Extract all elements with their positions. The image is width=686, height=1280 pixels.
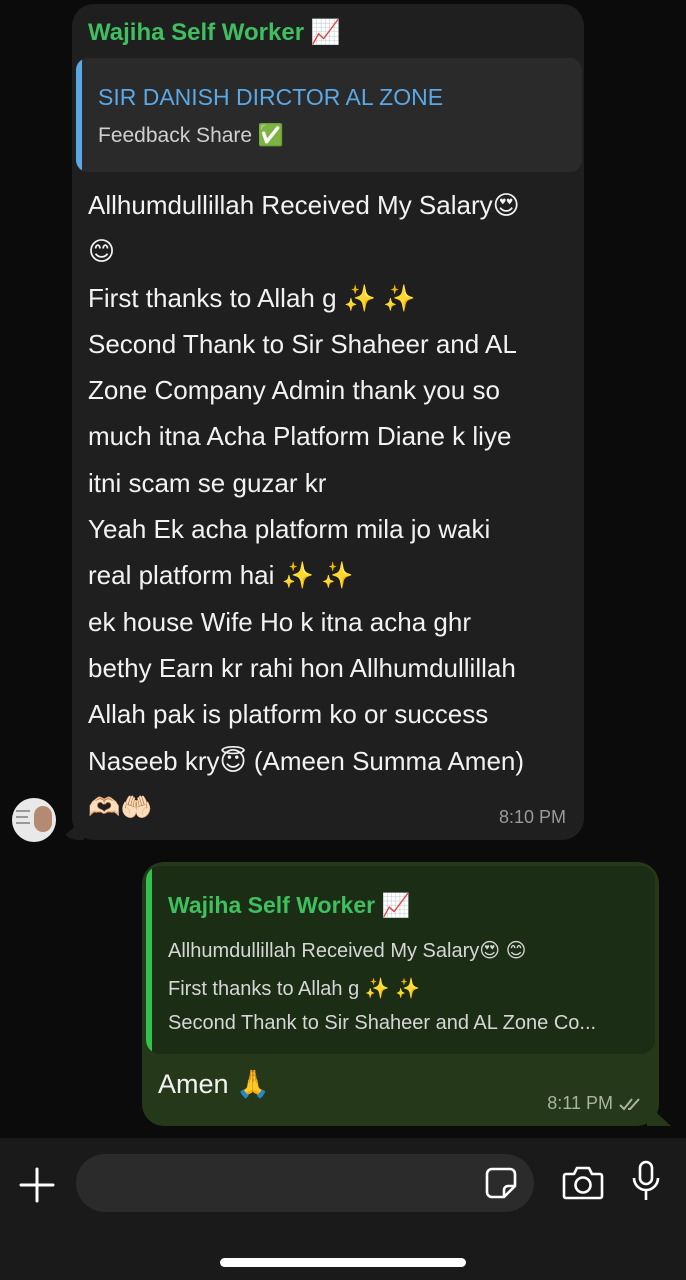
message-timestamp: 8:10 PM xyxy=(498,807,566,827)
incoming-message-bubble[interactable]: Wajiha Self Worker 📈 SIR DANISH DIRCTOR … xyxy=(60,4,584,840)
sender-name[interactable]: Wajiha Self Worker 📈 xyxy=(88,18,341,47)
message-status: 8:11 PM xyxy=(547,1093,643,1114)
reply-quote-line: Second Thank to Sir Shaheer and AL Zone … xyxy=(168,1012,597,1034)
chat-area: Wajiha Self Worker 📈 SIR DANISH DIRCTOR … xyxy=(0,0,686,1138)
reply-quote-line: First thanks to Allah g ✨ ✨ xyxy=(168,978,421,1000)
bubble-tail xyxy=(647,1104,671,1126)
camera-icon[interactable] xyxy=(562,1164,604,1200)
message-text: Allhumdullillah Received My Salary😍 😊 Fi… xyxy=(88,190,525,822)
avatar[interactable] xyxy=(12,798,56,842)
reply-quote-line: Allhumdullillah Received My Salary😍 😊 xyxy=(168,940,527,962)
home-indicator xyxy=(220,1258,466,1267)
message-input[interactable] xyxy=(76,1154,534,1212)
message-text: Amen 🙏 xyxy=(158,1069,270,1099)
quoted-author: SIR DANISH DIRCTOR AL ZONE xyxy=(98,84,444,110)
sticker-icon[interactable] xyxy=(484,1166,518,1200)
quote-bar xyxy=(146,866,152,1054)
reply-quote[interactable]: Wajiha Self Worker 📈 Allhumdullillah Rec… xyxy=(146,866,655,1054)
plus-icon[interactable] xyxy=(18,1166,56,1204)
outgoing-message-bubble[interactable]: Wajiha Self Worker 📈 Allhumdullillah Rec… xyxy=(142,862,671,1126)
bubble-tail xyxy=(60,818,84,840)
message-timestamp: 8:11 PM xyxy=(547,1093,613,1113)
read-checkmarks-icon xyxy=(619,1097,640,1110)
reply-quote-author: Wajiha Self Worker 📈 xyxy=(168,892,411,918)
quoted-text: Feedback Share ✅ xyxy=(98,124,285,147)
microphone-icon[interactable] xyxy=(630,1160,662,1202)
quote-bar xyxy=(76,58,82,172)
quoted-message[interactable]: SIR DANISH DIRCTOR AL ZONE Feedback Shar… xyxy=(76,58,582,172)
